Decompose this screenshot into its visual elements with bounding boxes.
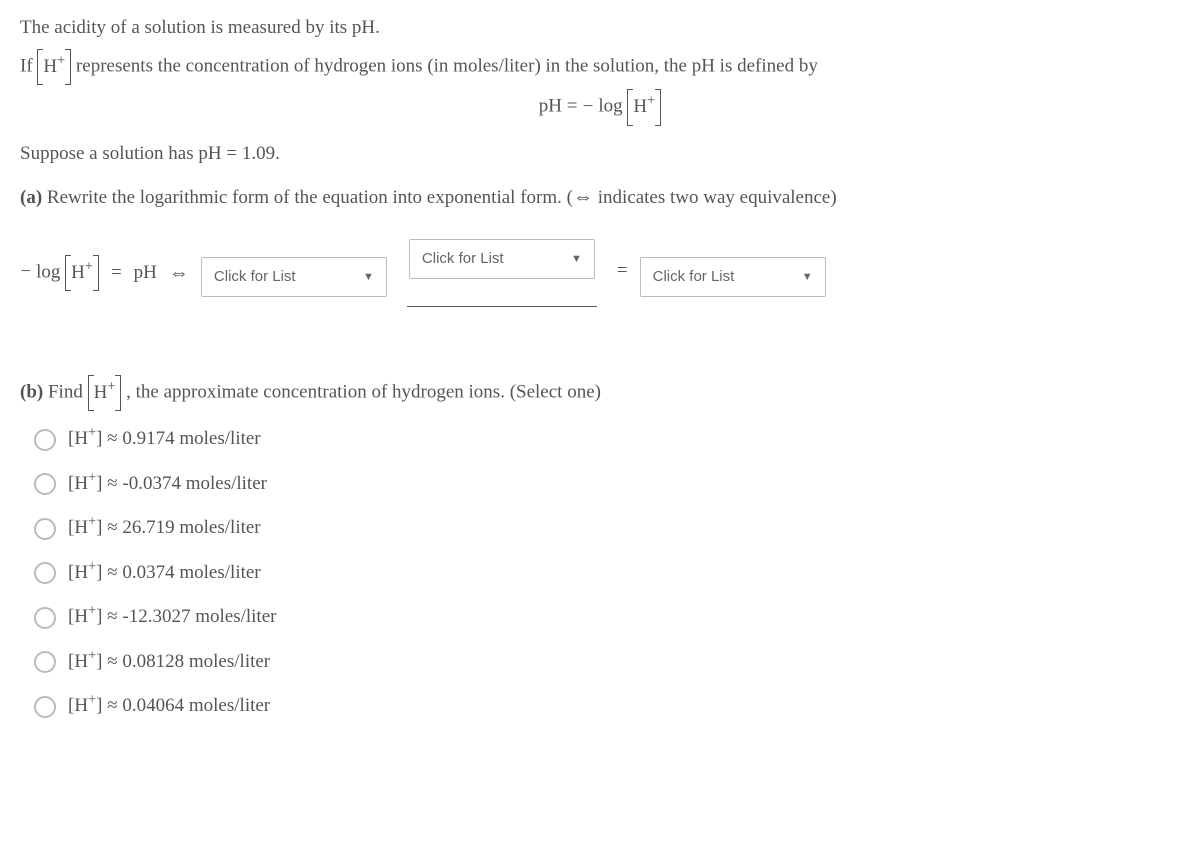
h-plus-bracket-3: H+: [88, 377, 122, 410]
plus-sup-eq: +: [647, 93, 655, 109]
chevron-down-icon: ▼: [363, 269, 374, 286]
iff-inline: ⇔: [573, 186, 593, 208]
part-b-label: (b): [20, 382, 43, 403]
plus-sup-2: +: [85, 258, 93, 274]
dropdown-right[interactable]: Click for List ▼: [640, 257, 826, 298]
minus-sign-2: −: [20, 258, 31, 287]
equals-2: =: [617, 257, 628, 286]
equals-2-group: =: [617, 239, 628, 286]
lhs-group: − log H+ = pH ⇔: [20, 239, 189, 290]
plus-sup: +: [57, 52, 65, 68]
radio-list: [H+] ≈ 0.9174 moles/liter [H+] ≈ -0.0374…: [34, 425, 1180, 721]
radio-option[interactable]: [H+] ≈ -0.0374 moles/liter: [34, 470, 1180, 499]
blank-base-line: [407, 285, 597, 307]
h-plus-bracket: H+: [37, 51, 71, 84]
part-a-label: (a): [20, 187, 42, 208]
part-b-rest: , the approximate concentration of hydro…: [121, 382, 601, 403]
option-text: [H+] ≈ 0.08128 moles/liter: [68, 648, 270, 677]
H-letter-eq: H: [633, 96, 647, 117]
h-plus-bracket-2: H+: [65, 257, 99, 290]
radio-option[interactable]: [H+] ≈ 0.0374 moles/liter: [34, 559, 1180, 588]
log-text: log: [594, 96, 628, 117]
option-text: [H+] ≈ 26.719 moles/liter: [68, 514, 261, 543]
dropdown-exponent-label: Click for List: [422, 248, 504, 271]
minus-sign: −: [582, 93, 593, 122]
log-text-2: log: [31, 261, 65, 282]
text-represents: represents the concentration of hydrogen…: [71, 55, 818, 76]
radio-icon: [34, 429, 56, 451]
option-text: [H+] ≈ -12.3027 moles/liter: [68, 603, 276, 632]
radio-icon: [34, 518, 56, 540]
radio-icon: [34, 607, 56, 629]
definition-equation: pH = − log H+: [20, 91, 1180, 124]
option-text: [H+] ≈ -0.0374 moles/liter: [68, 470, 267, 499]
radio-option[interactable]: [H+] ≈ 0.9174 moles/liter: [34, 425, 1180, 454]
H-letter: H: [43, 56, 57, 77]
dropdown-exponent[interactable]: Click for List ▼: [409, 239, 595, 280]
radio-icon: [34, 562, 56, 584]
radio-icon: [34, 651, 56, 673]
iff-symbol: ⇔: [169, 258, 189, 288]
suppose-line: Suppose a solution has pH = 1.09.: [20, 140, 1180, 169]
pH-text: pH: [134, 259, 157, 288]
h-plus-bracket-eq: H+: [627, 91, 661, 124]
pH-lhs: pH: [539, 96, 562, 117]
dropdown-left[interactable]: Click for List ▼: [201, 257, 387, 298]
dropdown-3-group: Click for List ▼: [640, 239, 826, 298]
intro-line1: The acidity of a solution is measured by…: [20, 14, 1180, 43]
middle-stack: Click for List ▼: [399, 239, 605, 307]
dropdown-right-label: Click for List: [653, 266, 735, 289]
equation-row: − log H+ = pH ⇔ Click for List ▼ Click f…: [20, 239, 1180, 307]
radio-option[interactable]: [H+] ≈ 26.719 moles/liter: [34, 514, 1180, 543]
option-text: [H+] ≈ 0.9174 moles/liter: [68, 425, 261, 454]
radio-icon: [34, 696, 56, 718]
part-a-text1: Rewrite the logarithmic form of the equa…: [42, 187, 573, 208]
part-b-prompt: (b) Find H+ , the approximate concentrat…: [20, 377, 1180, 410]
chevron-down-icon: ▼: [571, 251, 582, 268]
radio-option[interactable]: [H+] ≈ 0.08128 moles/liter: [34, 648, 1180, 677]
plus-sup-3: +: [107, 379, 115, 395]
part-a-text2: indicates two way equivalence): [593, 187, 837, 208]
dropdown-1-group: Click for List ▼: [201, 239, 387, 298]
equals-1: =: [111, 259, 122, 288]
H-letter-3: H: [94, 382, 108, 403]
lhs-expr: − log H+: [20, 257, 99, 290]
eq-sign: =: [562, 96, 582, 117]
intro-line2: If H+ represents the concentration of hy…: [20, 51, 1180, 84]
radio-option[interactable]: [H+] ≈ -12.3027 moles/liter: [34, 603, 1180, 632]
dropdown-left-label: Click for List: [214, 266, 296, 289]
chevron-down-icon: ▼: [802, 269, 813, 286]
part-a-prompt: (a) Rewrite the logarithmic form of the …: [20, 182, 1180, 213]
radio-option[interactable]: [H+] ≈ 0.04064 moles/liter: [34, 692, 1180, 721]
option-text: [H+] ≈ 0.04064 moles/liter: [68, 692, 270, 721]
text-if: If: [20, 55, 37, 76]
H-letter-2: H: [71, 262, 85, 283]
part-b-find: Find: [43, 382, 87, 403]
radio-icon: [34, 473, 56, 495]
option-text: [H+] ≈ 0.0374 moles/liter: [68, 559, 261, 588]
